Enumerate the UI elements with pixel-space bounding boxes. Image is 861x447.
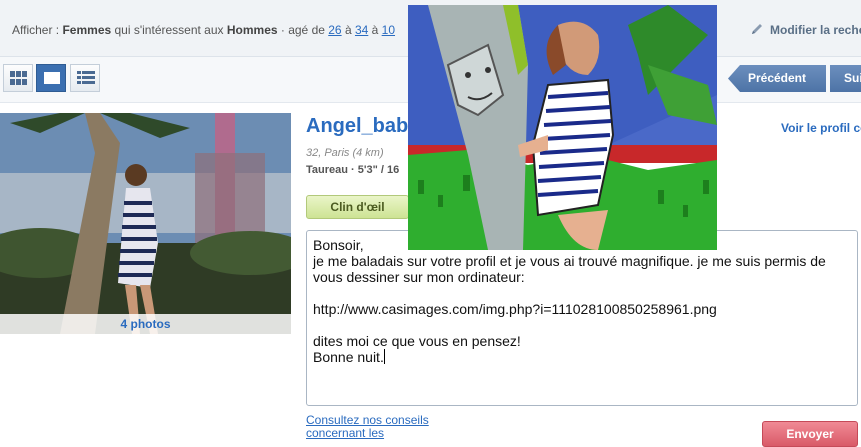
message-line: je me baladais sur votre profil et je vo… bbox=[313, 253, 826, 269]
photos-count-link[interactable]: 4 photos bbox=[0, 314, 291, 334]
age-min-link[interactable]: 26 bbox=[328, 23, 341, 37]
advice-link[interactable]: Consultez nos conseils concernant les bbox=[306, 414, 429, 440]
filter-middle: qui s'intéressent aux bbox=[111, 23, 227, 37]
profile-details: Taureau · 5'3" / 16 bbox=[306, 164, 400, 176]
advice-line-2: concernant les bbox=[306, 426, 385, 440]
modify-search-label: Modifier la reche bbox=[770, 23, 861, 37]
advice-line-1: Consultez nos conseils bbox=[306, 413, 429, 427]
wink-button[interactable]: Clin d'œil bbox=[306, 195, 409, 219]
age-max-link[interactable]: 34 bbox=[355, 23, 368, 37]
profile-age-location: 32, Paris (4 km) bbox=[306, 147, 384, 159]
filter-target: Hommes bbox=[226, 23, 278, 37]
list-icon bbox=[77, 71, 95, 84]
filter-gender: Femmes bbox=[62, 23, 112, 37]
send-button[interactable]: Envoyer bbox=[762, 421, 858, 447]
message-line: vous dessiner sur mon ordinateur: bbox=[313, 269, 525, 285]
profile-photo-image bbox=[0, 113, 291, 334]
filter-prefix: Afficher : bbox=[12, 23, 63, 37]
filter-summary: Afficher : Femmes qui s'intéressent aux … bbox=[12, 23, 395, 37]
drawing-image bbox=[408, 5, 717, 250]
profile-name[interactable]: Angel_babe bbox=[306, 115, 419, 138]
message-line: http://www.casimages.com/img.php?i=11102… bbox=[313, 301, 717, 317]
drawing-overlay bbox=[408, 5, 717, 250]
profile-photo[interactable] bbox=[0, 113, 291, 334]
message-textarea[interactable]: Bonsoir, je me baladais sur votre profil… bbox=[306, 230, 858, 406]
message-line: Bonsoir, bbox=[313, 237, 364, 253]
see-profile-link[interactable]: Voir le profil co bbox=[781, 121, 861, 135]
next-button[interactable]: Sui bbox=[830, 65, 861, 92]
filter-age-suffix: à bbox=[368, 23, 382, 37]
message-line: dites moi ce que vous en pensez! bbox=[313, 333, 521, 349]
text-caret bbox=[383, 349, 385, 364]
filter-age-sep: à bbox=[341, 23, 355, 37]
single-card-icon bbox=[44, 72, 60, 84]
modify-search-link[interactable]: Modifier la reche bbox=[750, 22, 861, 37]
single-view-button[interactable] bbox=[36, 64, 66, 92]
message-line: Bonne nuit. bbox=[313, 349, 384, 365]
grid-view-button[interactable] bbox=[3, 64, 33, 92]
list-view-button[interactable] bbox=[70, 64, 100, 92]
pencil-icon bbox=[750, 22, 764, 36]
grid-icon bbox=[10, 71, 27, 85]
filter-age-prefix: · agé de bbox=[277, 23, 329, 37]
distance-link[interactable]: 10 bbox=[382, 23, 395, 37]
previous-button[interactable]: Précédent bbox=[728, 65, 826, 92]
